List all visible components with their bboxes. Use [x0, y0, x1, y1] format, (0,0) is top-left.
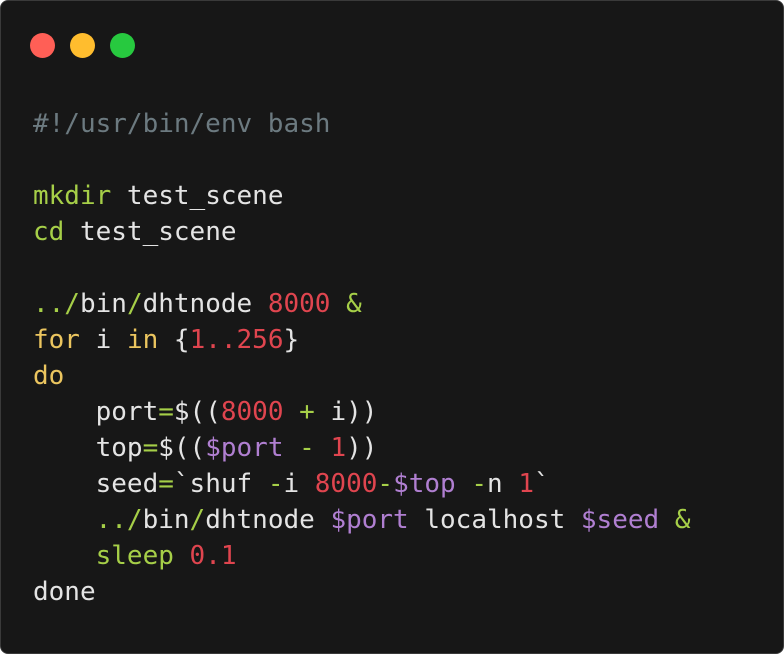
code-token: / [126, 289, 143, 319]
code-token: 8000 [267, 289, 331, 319]
code-token: i [79, 325, 127, 355]
code-token: { [158, 325, 190, 355]
code-token: bin [142, 505, 190, 535]
code-token: / [189, 505, 206, 535]
code-line: for i in {1..256} [33, 322, 691, 358]
code-token: test_scene [64, 217, 237, 247]
code-line: ../bin/dhtnode $port localhost $seed & [33, 502, 691, 538]
code-token: } [283, 325, 300, 355]
code-token: = [158, 397, 174, 427]
code-token: port [33, 397, 159, 427]
code-token: $port [205, 433, 284, 463]
code-token: top [33, 433, 143, 463]
code-token: + [299, 397, 315, 427]
code-token: 1..256 [189, 325, 284, 355]
code-window: #!/usr/bin/env bash mkdir test_scene cd te… [0, 0, 784, 654]
zoom-button[interactable] [110, 33, 135, 58]
code-token: - [377, 469, 394, 499]
code-token: `shuf [173, 469, 268, 499]
code-line: top=$(($port - 1)) [33, 430, 691, 466]
code-line: done [33, 574, 691, 610]
code-token: & [346, 289, 362, 319]
code-token: test_scene [111, 181, 284, 211]
code-token: cd [33, 217, 65, 247]
code-token: localhost [408, 505, 581, 535]
code-token: sleep [33, 541, 174, 571]
code-line: cd test_scene [33, 214, 691, 250]
code-token: do [33, 361, 65, 391]
code-token: dhtnode [142, 289, 268, 319]
minimize-button[interactable] [70, 33, 95, 58]
code-token: i)) [314, 397, 378, 427]
code-line: do [33, 358, 691, 394]
code-line: port=$((8000 + i)) [33, 394, 691, 430]
code-token: 1 [330, 433, 347, 463]
code-token: bin [79, 289, 127, 319]
code-token: 1 [518, 469, 534, 499]
code-line: seed=`shuf -i 8000-$top -n 1` [33, 466, 691, 502]
code-token: dhtnode [205, 505, 331, 535]
code-block: #!/usr/bin/env bash mkdir test_scene cd te… [33, 106, 691, 610]
code-token: for [33, 325, 80, 355]
code-line: mkdir test_scene [33, 178, 691, 214]
code-token: mkdir [33, 181, 112, 211]
code-token: 8000 [220, 397, 284, 427]
code-token: = [142, 433, 159, 463]
code-token: #!/usr/bin/env bash [33, 109, 331, 139]
traffic-lights [30, 33, 135, 58]
code-line: ../bin/dhtnode 8000 & [33, 286, 691, 322]
code-token: 8000 [314, 469, 378, 499]
code-token: in [126, 325, 159, 355]
code-token: - [471, 469, 487, 499]
close-button[interactable] [30, 33, 55, 58]
code-token: $(( [173, 397, 221, 427]
code-line: #!/usr/bin/env bash [33, 106, 691, 142]
code-token: & [674, 505, 691, 535]
code-token: ../ [33, 505, 143, 535]
code-token: seed [33, 469, 159, 499]
code-token: $(( [158, 433, 206, 463]
code-token: ` [533, 469, 550, 499]
code-token: = [158, 469, 174, 499]
code-token: n [487, 469, 519, 499]
code-token: ../ [33, 289, 80, 319]
code-token: $port [330, 505, 409, 535]
code-token: done [33, 577, 96, 607]
code-token: $top [393, 469, 456, 499]
code-token: - [299, 433, 315, 463]
code-token: )) [346, 433, 378, 463]
code-line: sleep 0.1 [33, 538, 691, 574]
code-token: - [267, 469, 284, 499]
code-token: 0.1 [189, 541, 237, 571]
code-token: $seed [580, 505, 660, 535]
code-token: i [283, 469, 315, 499]
